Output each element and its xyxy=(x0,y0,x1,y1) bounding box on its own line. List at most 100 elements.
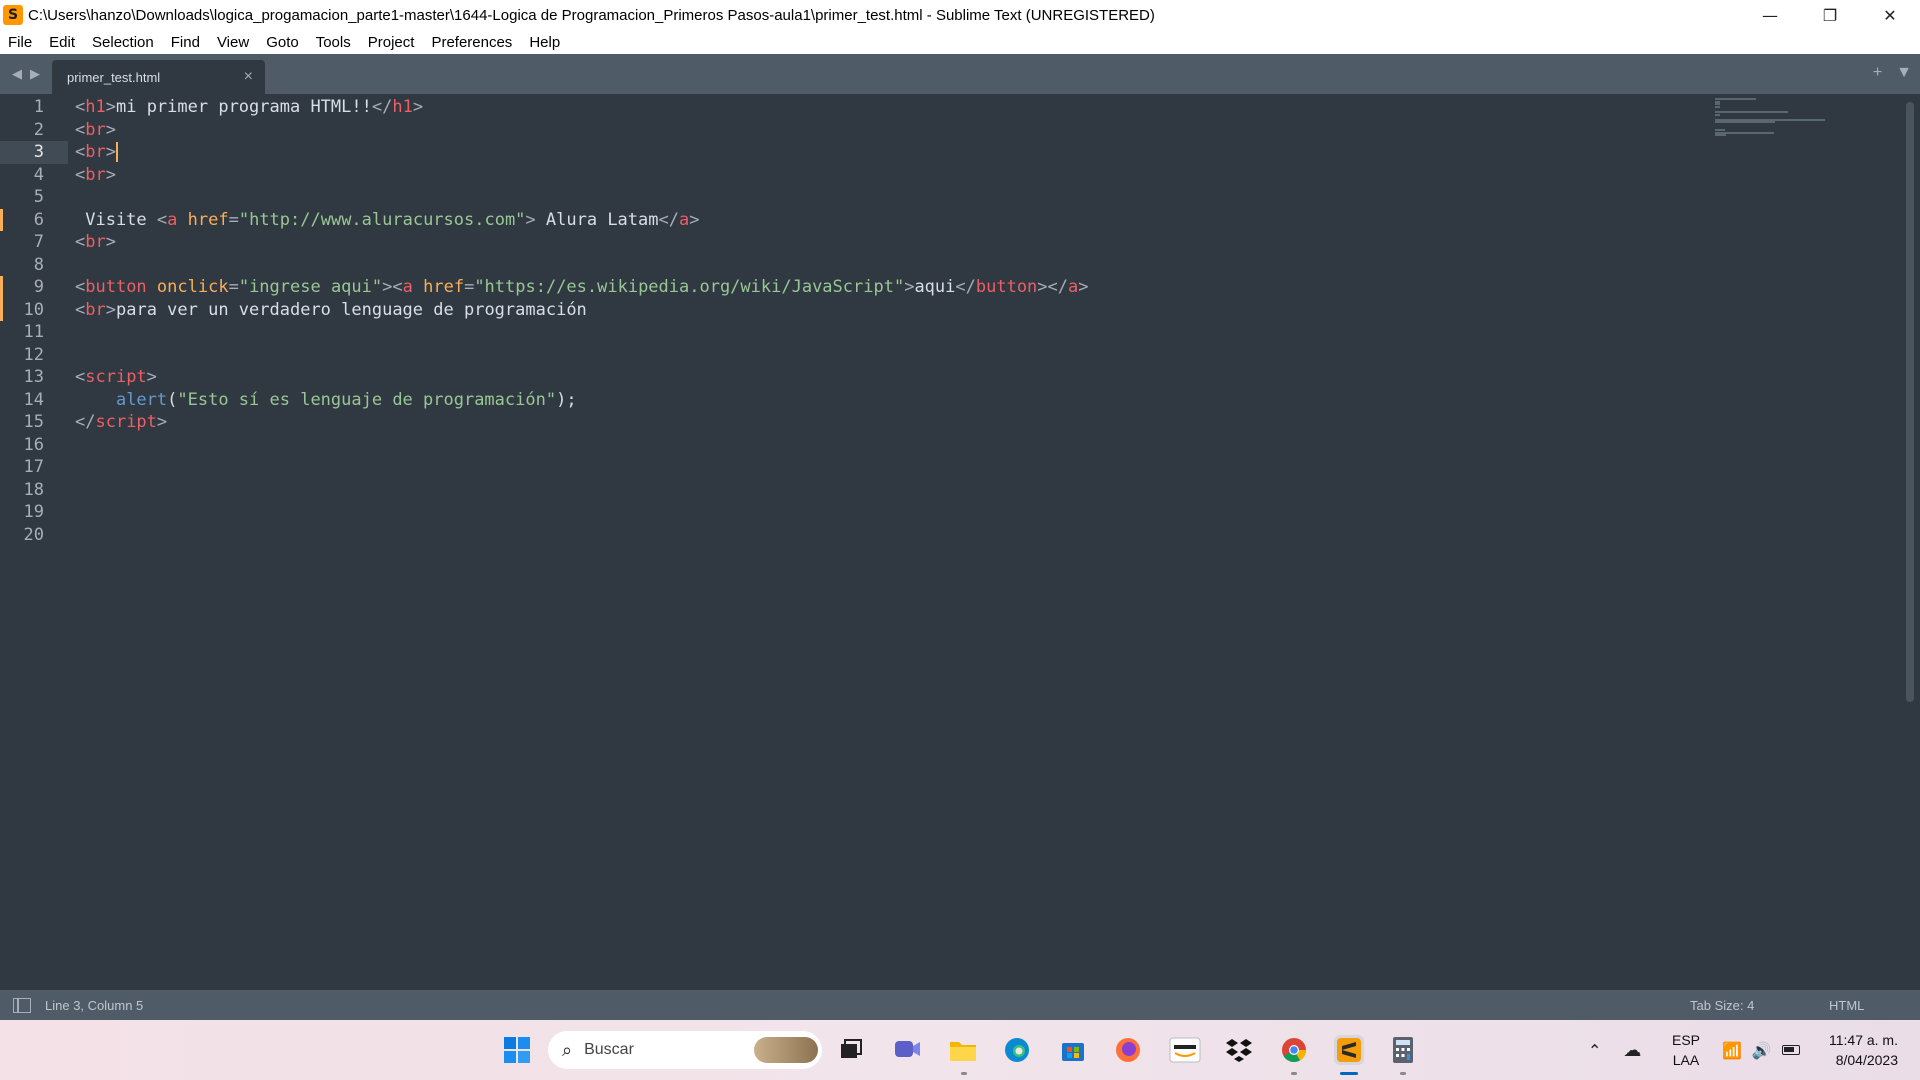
taskbar-search[interactable]: ⌕ Buscar xyxy=(548,1031,822,1069)
close-button[interactable]: ✕ xyxy=(1860,0,1920,30)
running-indicator xyxy=(961,1072,967,1075)
line-number: 12 xyxy=(23,344,44,365)
minimap-line xyxy=(1715,134,1726,137)
tab-bar: ◀ ▶ primer_test.html × + ▼ xyxy=(0,54,1920,94)
syntax-mode[interactable]: HTML xyxy=(1829,998,1864,1013)
tab-tools: + ▼ xyxy=(1873,64,1912,82)
code-token: = xyxy=(464,277,475,297)
chevron-left-icon[interactable]: ◀ xyxy=(12,66,22,82)
code-line[interactable]: alert("Esto sí es lenguaje de programaci… xyxy=(75,389,577,412)
cursor-position[interactable]: Line 3, Column 5 xyxy=(45,998,143,1013)
clock-time: 11:47 a. m. xyxy=(1828,1032,1898,1048)
clock[interactable]: 11:47 a. m. 8/04/2023 xyxy=(1829,1030,1898,1070)
vertical-scrollbar[interactable] xyxy=(1906,102,1914,702)
file-explorer-icon[interactable] xyxy=(948,1035,978,1065)
code-token: < xyxy=(75,164,86,185)
tab-size[interactable]: Tab Size: 4 xyxy=(1690,998,1754,1013)
menu-preferences[interactable]: Preferences xyxy=(431,34,512,51)
search-icon: ⌕ xyxy=(562,1039,573,1061)
line-number: 20 xyxy=(23,524,44,545)
minimize-button[interactable]: — xyxy=(1740,0,1800,30)
quick-settings[interactable]: 📶 🔊 xyxy=(1722,1020,1800,1080)
code-token: br xyxy=(85,142,106,162)
onedrive-icon[interactable]: ☁ xyxy=(1623,1040,1641,1061)
restore-button[interactable]: ❐ xyxy=(1800,0,1860,30)
edge-browser-icon[interactable] xyxy=(1002,1035,1032,1065)
line-number: 8 xyxy=(33,254,44,275)
code-line[interactable]: <button onclick="ingrese aqui"><a href="… xyxy=(75,276,1089,299)
code-line[interactable]: <script> xyxy=(75,366,157,389)
sidebar-toggle-icon[interactable] xyxy=(13,997,31,1013)
code-line[interactable]: <h1>mi primer programa HTML!!</h1> xyxy=(75,96,423,119)
volume-icon: 🔊 xyxy=(1751,1040,1772,1060)
code-token: ( xyxy=(167,389,178,410)
code-token: ); xyxy=(556,389,577,410)
code-token: > xyxy=(105,164,116,185)
code-token: h1 xyxy=(392,97,413,117)
window-title: C:\Users\hanzo\Downloads\logica_progamac… xyxy=(28,6,1155,24)
dropbox-icon[interactable] xyxy=(1224,1035,1254,1065)
menu-help[interactable]: Help xyxy=(529,34,560,51)
code-token: href xyxy=(187,209,229,230)
code-token: Visite xyxy=(75,209,157,230)
firefox-icon[interactable] xyxy=(1113,1035,1143,1065)
close-icon[interactable]: × xyxy=(244,68,253,86)
code-token: aqui xyxy=(914,277,956,297)
code-token: "ingrese aqui" xyxy=(238,277,383,297)
code-token: > xyxy=(146,367,157,387)
code-token: "Esto sí es lenguaje de programación" xyxy=(177,389,557,410)
menu-goto[interactable]: Goto xyxy=(266,34,299,51)
code-token: br xyxy=(85,299,106,320)
windows-start-icon[interactable] xyxy=(502,1035,532,1065)
menu-tools[interactable]: Tools xyxy=(316,34,351,51)
line-number: 5 xyxy=(33,187,44,207)
search-placeholder: Buscar xyxy=(584,1041,634,1058)
code-line[interactable]: <br>para ver un verdadero lenguage de pr… xyxy=(75,299,587,322)
running-indicator xyxy=(1291,1072,1297,1075)
active-app-indicator xyxy=(1340,1072,1358,1075)
line-number: 3 xyxy=(33,142,44,162)
tab-primer-test[interactable]: primer_test.html × xyxy=(52,60,265,94)
code-token: < xyxy=(75,299,86,320)
code-token: </ xyxy=(955,277,976,297)
code-token: < xyxy=(156,209,168,230)
chrome-icon[interactable] xyxy=(1279,1035,1309,1065)
chevron-up-icon[interactable]: ⌃ xyxy=(1588,1041,1601,1060)
code-line[interactable]: Visite <a href="http://www.aluracursos.c… xyxy=(75,209,699,232)
code-token: Alura Latam xyxy=(535,209,659,230)
code-line[interactable]: <br> xyxy=(75,164,116,187)
code-token: href xyxy=(423,277,465,297)
microsoft-store-icon[interactable] xyxy=(1058,1035,1088,1065)
menu-file[interactable]: File xyxy=(8,34,32,51)
code-token: br xyxy=(85,119,106,140)
code-token: < xyxy=(75,97,86,117)
editor-area[interactable]: 1 2 3 4 5 6 7 8 9 10 11 12 13 14 15 16 17 18 19 20 <h1>mi p… xyxy=(0,94,1920,990)
menu-view[interactable]: View xyxy=(217,34,249,51)
code-line[interactable]: <br> xyxy=(75,141,118,164)
input-language[interactable]: ESP LAA xyxy=(1672,1030,1700,1070)
calculator-icon[interactable] xyxy=(1388,1035,1418,1065)
line-number: 2 xyxy=(33,119,44,140)
code-line[interactable]: <br> xyxy=(75,231,116,254)
code-token: </ xyxy=(658,209,679,230)
chevron-right-icon[interactable]: ▶ xyxy=(30,66,40,82)
code-token: a xyxy=(1068,277,1079,297)
code-line[interactable]: <br> xyxy=(75,119,116,142)
menu-selection[interactable]: Selection xyxy=(92,34,154,51)
code-line[interactable]: </script> xyxy=(75,411,167,434)
amazon-icon[interactable] xyxy=(1168,1035,1202,1065)
line-number: 16 xyxy=(23,434,44,455)
menu-project[interactable]: Project xyxy=(368,34,415,51)
menu-edit[interactable]: Edit xyxy=(49,34,75,51)
menu-find[interactable]: Find xyxy=(171,34,200,51)
plus-icon[interactable]: + xyxy=(1873,64,1882,82)
code-token: </ xyxy=(75,412,96,432)
minimap[interactable] xyxy=(1715,98,1835,158)
chevron-down-icon[interactable]: ▼ xyxy=(1896,64,1912,82)
sublime-text-taskbar-icon[interactable] xyxy=(1334,1035,1364,1065)
teams-chat-icon[interactable] xyxy=(892,1035,922,1065)
task-view-icon[interactable] xyxy=(836,1035,866,1065)
code-token: br xyxy=(85,232,106,252)
